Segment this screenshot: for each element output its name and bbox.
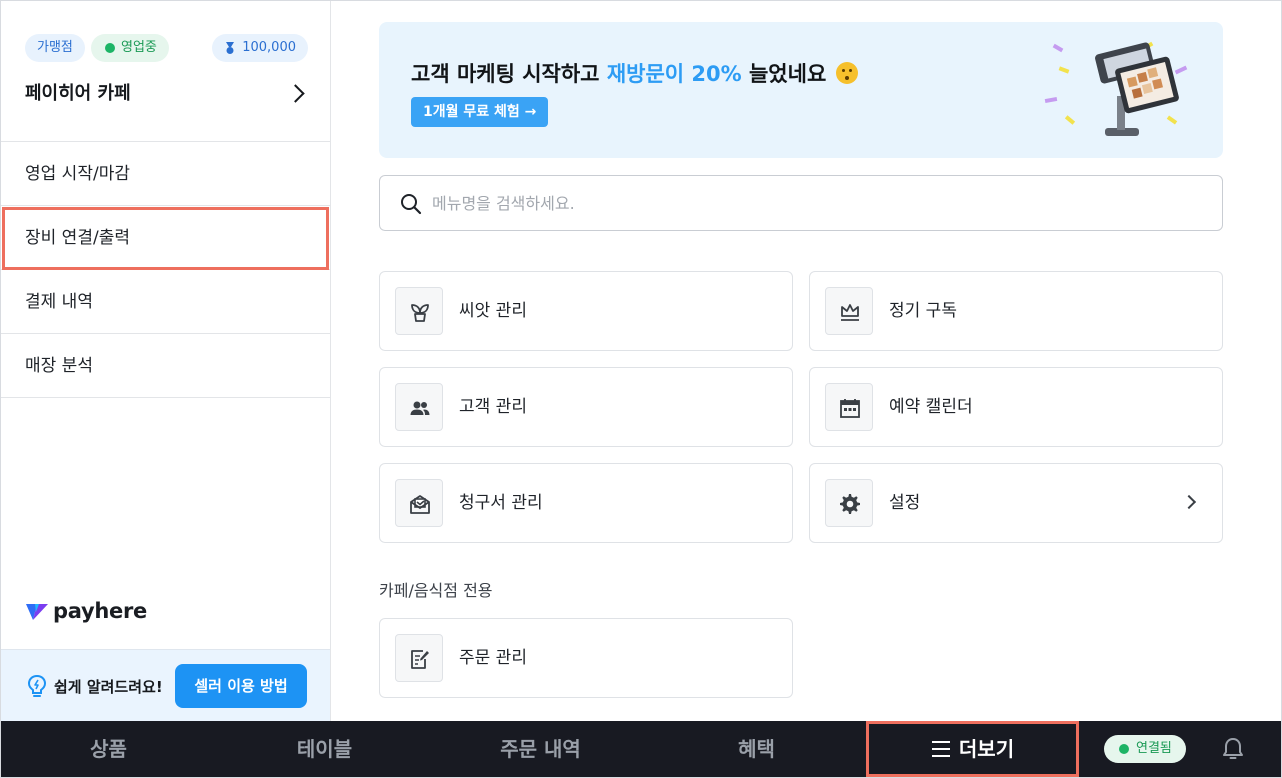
hamburger-menu-icon (931, 741, 950, 757)
card-icon-box (825, 287, 873, 335)
main-panel: 고객 마케팅 시작하고 재방문이 20% 늘었네요 1개월 무료 체험 → 메뉴… (332, 1, 1281, 721)
search-input[interactable] (432, 188, 1192, 218)
payhere-logo-mark-icon (26, 604, 48, 620)
card-label: 예약 캘린더 (889, 397, 973, 417)
tab-tables[interactable]: 테이블 (217, 721, 432, 777)
card-icon-box (825, 479, 873, 527)
calendar-icon (840, 399, 860, 418)
order-edit-icon (411, 650, 429, 669)
banner-title-post: 늘었네요 (741, 62, 827, 86)
business-status-badge: 영업중 (91, 34, 169, 62)
bottom-nav: 상품 테이블 주문 내역 혜택 더보기 연결됨 (1, 721, 1281, 777)
connection-status-label: 연결됨 (1136, 741, 1172, 756)
card-label: 주문 관리 (459, 648, 527, 668)
card-icon-box (825, 383, 873, 431)
banner-title: 고객 마케팅 시작하고 재방문이 20% 늘었네요 (411, 58, 858, 88)
bell-icon[interactable] (1222, 737, 1244, 761)
menu-search[interactable] (379, 175, 1223, 231)
invoice-mail-icon (410, 495, 430, 514)
sidebar-item-store-analytics[interactable]: 매장 분석 (1, 334, 330, 398)
crown-icon (841, 304, 859, 321)
points-value: 100,000 (242, 40, 296, 55)
people-icon (410, 401, 430, 415)
tab-order-history[interactable]: 주문 내역 (433, 721, 648, 777)
card-icon-box (395, 383, 443, 431)
help-bar: 쉽게 알려드려요! 셀러 이용 방법 (1, 649, 330, 721)
section-title-cafe-restaurant: 카페/음식점 전용 (379, 581, 493, 600)
store-name: 페이히어 카페 (25, 83, 131, 104)
free-trial-button[interactable]: 1개월 무료 체험 → (411, 97, 549, 127)
help-text: 쉽게 알려드려요! (54, 678, 163, 696)
card-icon-box (395, 479, 443, 527)
sidebar-menu: 영업 시작/마감 장비 연결/출력 결제 내역 매장 분석 (1, 141, 330, 398)
marketing-banner[interactable]: 고객 마케팅 시작하고 재방문이 20% 늘었네요 1개월 무료 체험 → (379, 22, 1223, 158)
sprout-icon (411, 304, 429, 322)
card-label: 정기 구독 (889, 301, 957, 321)
card-settings[interactable]: 설정 (809, 463, 1223, 543)
card-order-management[interactable]: 주문 관리 (379, 618, 793, 698)
search-icon (401, 194, 422, 215)
points-badge[interactable]: 100,000 (212, 34, 308, 62)
card-label: 청구서 관리 (459, 493, 543, 513)
card-label: 설정 (889, 493, 921, 513)
banner-title-pre: 고객 마케팅 시작하고 (411, 62, 607, 86)
lightbulb-icon (27, 674, 47, 697)
seller-guide-button[interactable]: 셀러 이용 방법 (175, 664, 307, 708)
card-invoice-management[interactable]: 청구서 관리 (379, 463, 793, 543)
brand-name: payhere (53, 599, 147, 623)
card-reservation-calendar[interactable]: 예약 캘린더 (809, 367, 1223, 447)
card-subscription[interactable]: 정기 구독 (809, 271, 1223, 351)
card-seed-management[interactable]: 씨앗 관리 (379, 271, 793, 351)
store-selector[interactable]: 페이히어 카페 (25, 79, 308, 109)
chevron-right-icon (1181, 494, 1197, 510)
pos-terminal-illustration-icon (1044, 41, 1188, 136)
connection-status-badge: 연결됨 (1104, 735, 1186, 763)
tab-products[interactable]: 상품 (1, 721, 216, 777)
franchise-badge: 가맹점 (25, 34, 85, 62)
card-label: 고객 관리 (459, 397, 527, 417)
card-icon-box (395, 287, 443, 335)
medal-icon (226, 42, 235, 54)
banner-title-highlight: 재방문이 20% (606, 62, 742, 86)
card-customer-management[interactable]: 고객 관리 (379, 367, 793, 447)
status-dot-icon (105, 43, 115, 53)
status-dot-icon (1119, 744, 1129, 754)
sidebar-item-business-open-close[interactable]: 영업 시작/마감 (1, 142, 330, 206)
payhere-logo: payhere (25, 597, 147, 625)
tab-benefits[interactable]: 혜택 (649, 721, 864, 777)
shushing-face-emoji-icon (835, 62, 858, 84)
tab-more-label: 더보기 (958, 737, 1015, 761)
business-status-label: 영업중 (121, 40, 157, 55)
sidebar-item-payment-history[interactable]: 결제 내역 (1, 270, 330, 334)
chevron-right-icon (286, 84, 305, 103)
tab-more[interactable]: 더보기 (866, 721, 1079, 777)
card-icon-box (395, 634, 443, 682)
sidebar: 가맹점 영업중 100,000 페이히어 카페 영업 시작/마감 장비 연결/출… (1, 1, 331, 721)
store-badges: 가맹점 영업중 100,000 (25, 34, 308, 62)
card-label: 씨앗 관리 (459, 301, 527, 321)
gear-icon (840, 494, 860, 514)
sidebar-item-device-connection[interactable]: 장비 연결/출력 (1, 206, 330, 270)
